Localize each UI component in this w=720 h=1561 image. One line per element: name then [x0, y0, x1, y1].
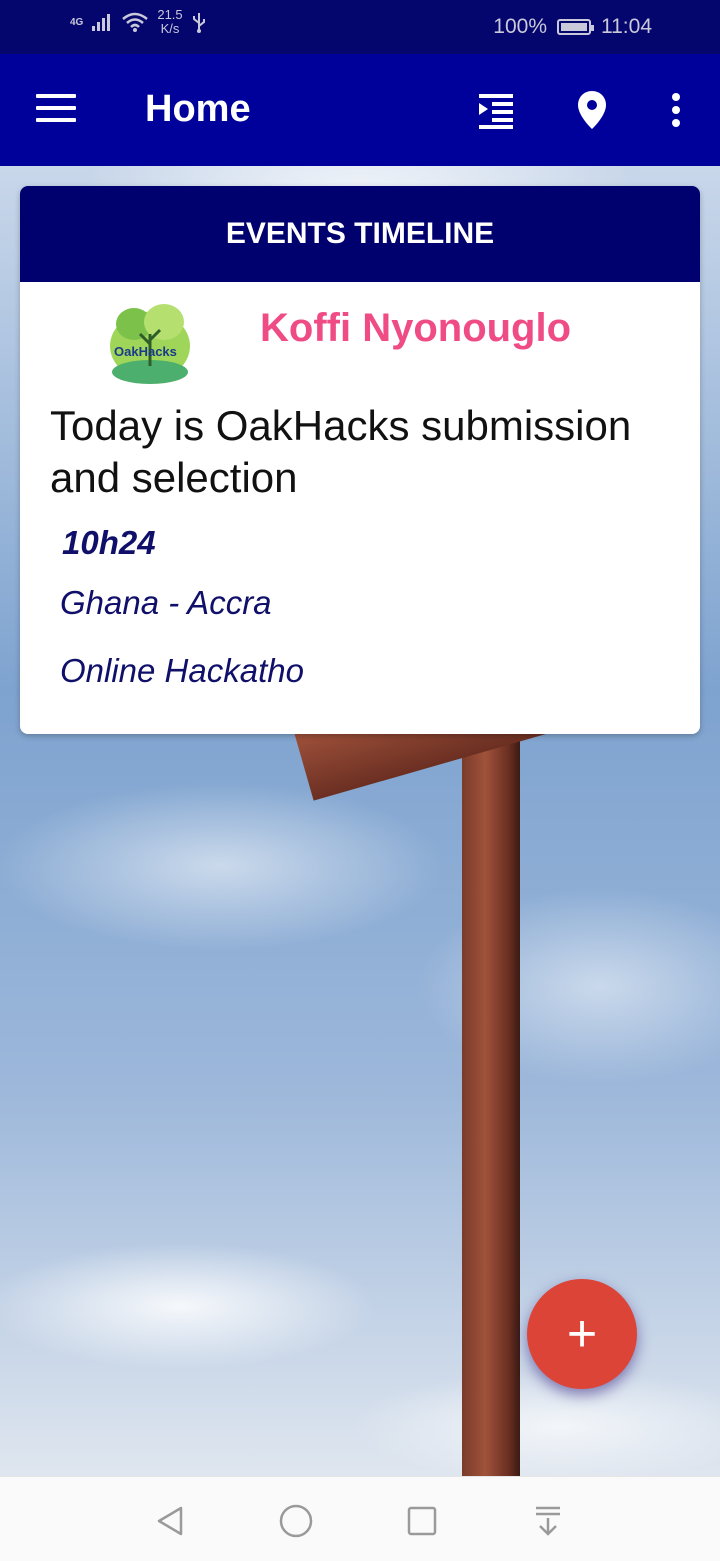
event-card[interactable]: EVENTS TIMELINE OakHacks Koffi Nyonouglo… — [20, 186, 700, 734]
back-icon[interactable] — [148, 1499, 192, 1543]
home-icon[interactable] — [274, 1499, 318, 1543]
status-bar: 4G 21.5 K/s 100% 11:04 — [0, 0, 720, 54]
system-nav-bar — [0, 1476, 720, 1561]
location-pin-icon[interactable] — [568, 86, 616, 134]
menu-icon[interactable] — [36, 94, 76, 124]
add-icon: + — [566, 1305, 598, 1363]
battery-icon — [557, 19, 594, 35]
more-vert-icon[interactable] — [652, 86, 700, 134]
cross-vertical-beam — [462, 726, 520, 1476]
notification-pull-icon[interactable] — [526, 1499, 570, 1543]
clock: 11:04 — [601, 15, 652, 38]
wifi-icon — [122, 12, 149, 32]
status-right: 100% 11:04 — [493, 15, 652, 39]
app-bar: Home — [0, 54, 720, 166]
card-header: EVENTS TIMELINE — [20, 186, 700, 282]
speed-unit: K/s — [160, 21, 180, 36]
oakhacks-logo: OakHacks — [110, 304, 190, 384]
status-left: 4G 21.5 K/s — [70, 8, 207, 36]
recents-icon[interactable] — [400, 1499, 444, 1543]
event-location: Ghana - Accra — [60, 584, 272, 621]
data-speed: 21.5 K/s — [157, 8, 182, 36]
author-name: Koffi Nyonouglo — [260, 306, 572, 350]
event-time: 10h24 — [62, 524, 156, 561]
network-type: 4G — [70, 16, 84, 28]
battery-percent: 100% — [493, 15, 547, 38]
format-indent-icon[interactable] — [472, 86, 520, 134]
event-description: Today is OakHacks submission and selecti… — [50, 402, 632, 501]
speed-value: 21.5 — [157, 7, 183, 22]
logo-text: OakHacks — [114, 344, 177, 359]
event-type: Online Hackatho — [60, 652, 304, 689]
usb-icon — [192, 13, 205, 33]
add-event-fab[interactable]: + — [527, 1279, 637, 1389]
page-title: Home — [145, 88, 251, 130]
signal-icon — [92, 14, 111, 31]
